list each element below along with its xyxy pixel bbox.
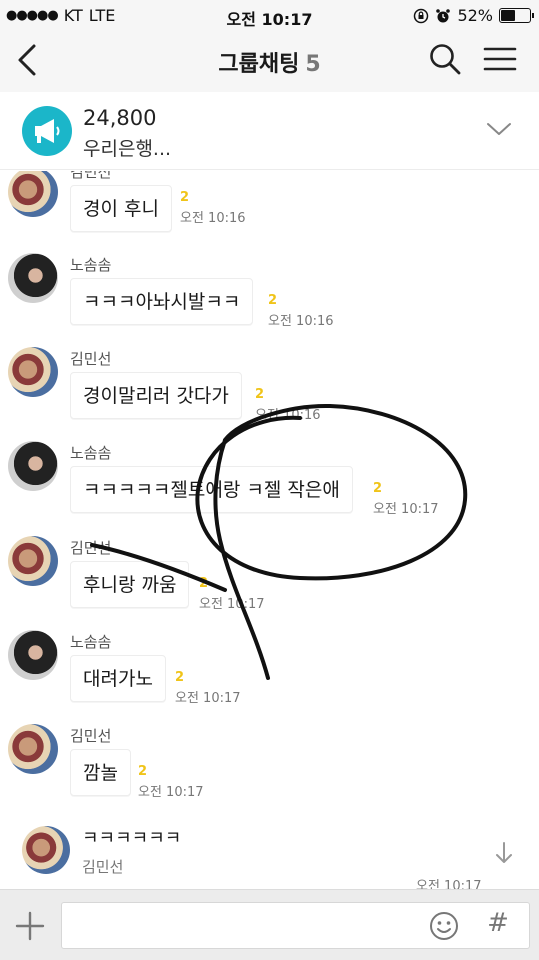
message-item: 노솜솜 대려가노 2 오전 10:17 bbox=[0, 630, 539, 710]
scroll-to-bottom-button[interactable] bbox=[490, 839, 518, 867]
message-time: 오전 10:17 bbox=[175, 691, 241, 706]
battery-level bbox=[501, 10, 516, 21]
message-time: 오전 10:17 bbox=[416, 879, 482, 889]
message-input[interactable]: # bbox=[61, 902, 530, 949]
notice-amount: 24,800 bbox=[83, 106, 157, 130]
message-sender: 김민선 bbox=[70, 171, 112, 181]
message-sender: 노솜솜 bbox=[70, 256, 112, 274]
menu-button[interactable] bbox=[483, 44, 517, 74]
message-sender: 김민선 bbox=[70, 539, 112, 557]
chat-header: 그룹채팅 5 bbox=[0, 30, 539, 92]
message-sender: 노솜솜 bbox=[70, 633, 112, 651]
rotation-lock-icon bbox=[414, 8, 429, 23]
battery-percent: 52% bbox=[457, 6, 493, 25]
chevron-down-icon bbox=[487, 123, 511, 135]
avatar[interactable] bbox=[8, 347, 58, 397]
message-bubble[interactable]: 대려가노 bbox=[70, 655, 166, 702]
avatar[interactable] bbox=[8, 630, 58, 680]
message-bubble[interactable]: ㅋㅋㅋ아놔시발ㅋㅋ bbox=[70, 278, 254, 325]
message-sender: 김민선 bbox=[70, 727, 112, 745]
arrow-down-icon bbox=[496, 842, 512, 863]
message-bubble[interactable]: 깜놀 bbox=[70, 749, 131, 796]
hashtag-button[interactable]: # bbox=[484, 908, 512, 942]
message-item: 김민선 후니랑 까움 2 오전 10:17 bbox=[0, 536, 539, 616]
message-item: 김민선 깜놀 2 오전 10:17 bbox=[0, 724, 539, 804]
message-bubble[interactable]: 경이 후니 bbox=[70, 185, 172, 232]
message-input-bar: # bbox=[0, 889, 539, 960]
megaphone-icon bbox=[22, 106, 72, 156]
message-time: 오전 10:17 bbox=[138, 785, 204, 800]
avatar[interactable] bbox=[8, 536, 58, 586]
message-time: 오전 10:16 bbox=[268, 314, 334, 329]
avatar[interactable] bbox=[8, 441, 58, 491]
message-bubble[interactable]: ㅋㅋㅋㅋㅋ젤트애랑 ㅋ젤 작은애 bbox=[70, 466, 353, 513]
chat-messages[interactable]: 김민선 경이 후니 2 오전 10:16 노솜솜 ㅋㅋㅋ아놔시발ㅋㅋ 2 오전 … bbox=[0, 171, 539, 889]
avatar[interactable] bbox=[8, 253, 58, 303]
message-time: 오전 10:16 bbox=[180, 211, 246, 226]
emoji-button[interactable] bbox=[428, 910, 460, 942]
search-icon bbox=[430, 44, 461, 75]
message-time: 오전 10:16 bbox=[255, 408, 321, 423]
unread-count: 2 bbox=[268, 293, 278, 308]
notice-expand-button[interactable] bbox=[484, 114, 514, 144]
message-item: 노솜솜 ㅋㅋㅋㅋㅋ젤트애랑 ㅋ젤 작은애 2 오전 10:17 bbox=[0, 441, 539, 521]
message-item: 김민선 경이말리러 갓다가 2 오전 10:16 bbox=[0, 347, 539, 427]
message-time: 오전 10:17 bbox=[373, 502, 439, 517]
alarm-icon bbox=[436, 8, 451, 22]
search-button[interactable] bbox=[428, 42, 462, 76]
chat-title-text: 그룹채팅 bbox=[218, 52, 300, 77]
message-item: 노솜솜 ㅋㅋㅋ아놔시발ㅋㅋ 2 오전 10:16 bbox=[0, 253, 539, 333]
unread-count: 2 bbox=[180, 190, 190, 205]
unread-count: 2 bbox=[199, 576, 209, 591]
latest-message-sender: 김민선 bbox=[82, 858, 124, 876]
latest-message-preview[interactable]: ㅋㅋㅋㅋㅋㅋ 김민선 bbox=[0, 814, 539, 884]
battery-icon bbox=[499, 8, 534, 23]
notice-banner[interactable]: 24,800 우리은행... bbox=[0, 92, 539, 170]
member-count: 5 bbox=[305, 52, 321, 77]
emoji-icon bbox=[430, 912, 458, 940]
status-bar: ●●●●● KT LTE 오전 10:17 52% bbox=[0, 0, 539, 30]
notice-text: 우리은행... bbox=[83, 138, 172, 160]
hamburger-menu-icon bbox=[483, 47, 517, 71]
unread-count: 2 bbox=[138, 764, 148, 779]
avatar[interactable] bbox=[8, 171, 58, 217]
attach-button[interactable] bbox=[14, 910, 46, 942]
latest-message-text: ㅋㅋㅋㅋㅋㅋ bbox=[82, 828, 182, 849]
message-sender: 김민선 bbox=[70, 350, 112, 368]
avatar[interactable] bbox=[22, 826, 70, 874]
avatar[interactable] bbox=[8, 724, 58, 774]
message-bubble[interactable]: 경이말리러 갓다가 bbox=[70, 372, 242, 419]
message-time: 오전 10:17 bbox=[199, 597, 265, 612]
unread-count: 2 bbox=[373, 481, 383, 496]
unread-count: 2 bbox=[255, 387, 265, 402]
message-sender: 노솜솜 bbox=[70, 444, 112, 462]
status-right: 52% bbox=[413, 6, 534, 25]
plus-icon bbox=[15, 911, 45, 941]
message-item: 김민선 경이 후니 2 오전 10:16 bbox=[0, 171, 539, 241]
message-bubble[interactable]: 후니랑 까움 bbox=[70, 561, 190, 608]
unread-count: 2 bbox=[175, 670, 185, 685]
